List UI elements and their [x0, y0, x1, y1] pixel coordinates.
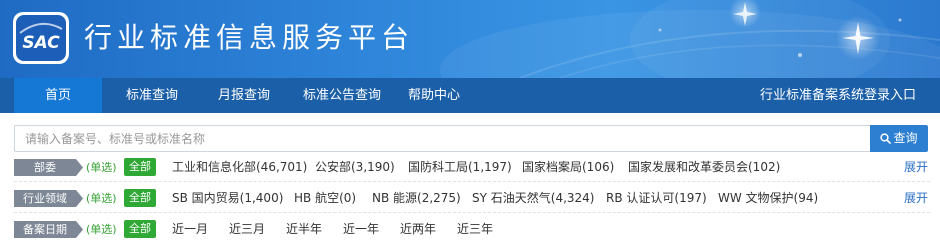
nav-help-center[interactable]: 帮助中心	[396, 78, 472, 113]
filter-all-button[interactable]: 全部	[124, 220, 156, 238]
filter-label-tag: 部委	[14, 159, 84, 176]
filter-option[interactable]: WW 文物保护(94)	[718, 189, 818, 207]
filter-option[interactable]: 近三月	[229, 220, 265, 238]
filter-option[interactable]: 近三年	[457, 220, 493, 238]
site-title: 行业标准信息服务平台	[84, 21, 415, 54]
expand-link[interactable]: 展开	[904, 189, 928, 207]
filter-option[interactable]: 近两年	[400, 220, 436, 238]
expand-link[interactable]: 展开	[904, 158, 928, 176]
filter-row-industry: 行业领域 (单选) 全部 SB 国内贸易(1,400) HB 航空(0) NB …	[14, 185, 930, 213]
filter-option[interactable]: 工业和信息化部(46,701)	[172, 158, 307, 176]
filter-all-button[interactable]: 全部	[124, 189, 156, 207]
filter-option[interactable]: NB 能源(2,275)	[372, 189, 461, 207]
filter-row-ministry: 部委 (单选) 全部 工业和信息化部(46,701) 公安部(3,190) 国防…	[14, 154, 930, 182]
filter-option[interactable]: 国家发展和改革委员会(102)	[628, 158, 780, 176]
header-banner: SAC 行业标准信息服务平台	[0, 0, 940, 78]
search-button[interactable]: 查询	[870, 125, 928, 152]
filter-option[interactable]: 国家档案局(106)	[522, 158, 614, 176]
single-select-hint: (单选)	[86, 161, 117, 174]
search-button-label: 查询	[893, 131, 918, 145]
filter-label: 行业领域	[23, 192, 67, 205]
filter-option[interactable]: 公安部(3,190)	[315, 158, 395, 176]
filter-option[interactable]: HB 航空(0)	[294, 189, 356, 207]
single-select-hint: (单选)	[86, 192, 117, 205]
sac-logo: SAC	[13, 12, 69, 64]
nav-standard-announcement-query[interactable]: 标准公告查询	[294, 78, 390, 113]
logo-text: SAC	[22, 33, 60, 53]
nav-home[interactable]: 首页	[14, 78, 102, 113]
filter-option[interactable]: 近一月	[172, 220, 208, 238]
filter-row-filing-date: 备案日期 (单选) 全部 近一月 近三月 近半年 近一年 近两年 近三年	[14, 216, 930, 243]
filter-option[interactable]: RB 认证认可(197)	[606, 189, 707, 207]
filter-option[interactable]: SY 石油天然气(4,324)	[472, 189, 594, 207]
search-icon	[880, 133, 892, 144]
filter-option[interactable]: 近半年	[286, 220, 322, 238]
filter-option[interactable]: 近一年	[343, 220, 379, 238]
nav-monthly-report-query[interactable]: 月报查询	[204, 78, 284, 113]
main-nav: 首页 标准查询 月报查询 标准公告查询 帮助中心 行业标准备案系统登录入口	[0, 78, 940, 113]
filing-system-login-link[interactable]: 行业标准备案系统登录入口	[760, 78, 916, 113]
filter-all-button[interactable]: 全部	[124, 158, 156, 176]
single-select-hint: (单选)	[86, 223, 117, 236]
filter-label-tag: 行业领域	[14, 190, 84, 207]
nav-standard-query[interactable]: 标准查询	[112, 78, 192, 113]
filter-option[interactable]: 国防科工局(1,197)	[408, 158, 512, 176]
filter-label-tag: 备案日期	[14, 221, 84, 238]
filter-option[interactable]: SB 国内贸易(1,400)	[172, 189, 283, 207]
filter-label: 部委	[34, 161, 56, 174]
filter-label: 备案日期	[23, 223, 67, 236]
search-input[interactable]	[14, 125, 870, 152]
